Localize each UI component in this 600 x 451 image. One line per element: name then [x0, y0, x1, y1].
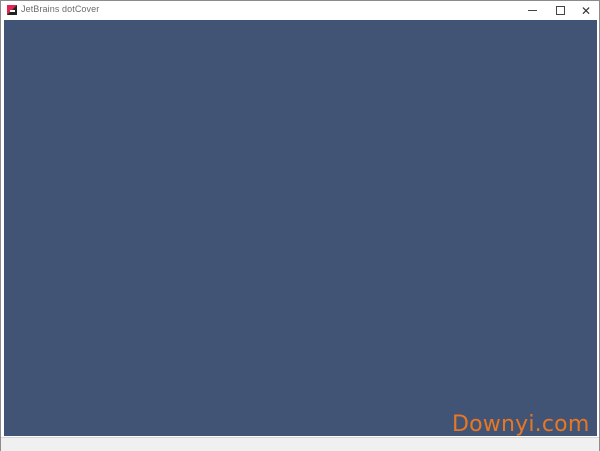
maximize-button[interactable]	[546, 1, 574, 20]
status-bar	[1, 437, 599, 451]
close-icon: ✕	[580, 3, 592, 18]
window-title: JetBrains dotCover	[21, 4, 100, 14]
minimize-button[interactable]	[518, 1, 546, 20]
app-icon[interactable]	[7, 5, 17, 15]
client-area	[4, 20, 597, 436]
watermark-text: Downyi.com	[452, 412, 590, 437]
minimize-icon	[527, 10, 537, 11]
app-window: JetBrains dotCover ✕	[0, 0, 600, 451]
title-bar[interactable]: JetBrains dotCover ✕	[1, 1, 599, 20]
close-button[interactable]: ✕	[572, 1, 600, 20]
maximize-icon	[555, 6, 565, 15]
